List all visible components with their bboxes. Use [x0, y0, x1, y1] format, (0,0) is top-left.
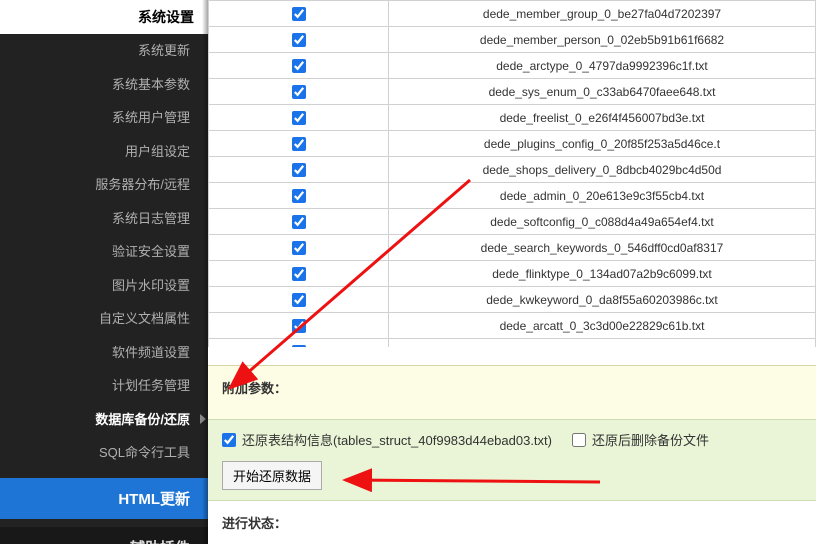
sidebar-item-1[interactable]: 系统基本参数	[0, 68, 208, 102]
sidebar-item-6[interactable]: 验证安全设置	[0, 235, 208, 269]
file-name-cell: dede_arcatt_0_3c3d00e22829c61b.txt	[389, 313, 816, 339]
file-checkbox[interactable]	[292, 345, 306, 347]
table-row: dede_softconfig_0_c088d4a49a654ef4.txt	[209, 209, 816, 235]
file-checkbox[interactable]	[292, 241, 306, 255]
sidebar-item-8[interactable]: 自定义文档属性	[0, 302, 208, 336]
table-row: dede_sys_enum_0_c33ab6470faee648.txt	[209, 79, 816, 105]
file-name-cell: dede_member_person_0_02eb5b91b61f6682	[389, 27, 816, 53]
main-panel: dede_member_group_0_be27fa04d7202397dede…	[208, 0, 816, 544]
sidebar-item-11[interactable]: 数据库备份/还原	[0, 403, 208, 437]
file-name-cell: dede_flinktype_0_134ad07a2b9c6099.txt	[389, 261, 816, 287]
sidebar-item-2[interactable]: 系统用户管理	[0, 101, 208, 135]
file-checkbox[interactable]	[292, 267, 306, 281]
file-checkbox[interactable]	[292, 293, 306, 307]
file-checkbox[interactable]	[292, 137, 306, 151]
file-name-cell: dede_search_keywords_0_546dff0cd0af8317	[389, 235, 816, 261]
extra-params-panel: 附加参数：	[208, 365, 816, 419]
table-row: dede_member_person_0_02eb5b91b61f6682	[209, 27, 816, 53]
file-checkbox[interactable]	[292, 7, 306, 21]
table-row: dede_plugins_config_0_20f85f253a5d46ce.t	[209, 131, 816, 157]
file-name-cell: dede_softconfig_0_c088d4a49a654ef4.txt	[389, 209, 816, 235]
file-name-cell: dede_member_group_0_be27fa04d7202397	[389, 1, 816, 27]
sidebar-item-0[interactable]: 系统更新	[0, 34, 208, 68]
table-row: dede_member_group_0_be27fa04d7202397	[209, 1, 816, 27]
file-checkbox[interactable]	[292, 319, 306, 333]
file-name-cell: dede_plugins_config_0_20f85f253a5d46ce.t	[389, 131, 816, 157]
restore-structure-checkbox[interactable]	[222, 433, 236, 447]
sidebar-item-9[interactable]: 软件频道设置	[0, 336, 208, 370]
table-row: dede_shops_delivery_0_8dbcb4029bc4d50d	[209, 157, 816, 183]
file-name-cell: dede_freelist_0_e26f4f456007bd3e.txt	[389, 105, 816, 131]
table-row: dede_freelist_0_e26f4f456007bd3e.txt	[209, 105, 816, 131]
backup-file-table: dede_member_group_0_be27fa04d7202397dede…	[208, 0, 816, 347]
sidebar: 系统设置 系统更新系统基本参数系统用户管理用户组设定服务器分布/远程系统日志管理…	[0, 0, 208, 544]
extra-params-title: 附加参数：	[222, 378, 802, 397]
sidebar-item-12[interactable]: SQL命令行工具	[0, 436, 208, 470]
sidebar-section-title: 系统设置	[0, 0, 208, 34]
table-row: dede_search_keywords_0_546dff0cd0af8317	[209, 235, 816, 261]
sidebar-item-7[interactable]: 图片水印设置	[0, 269, 208, 303]
table-row: dede_arcatt_0_3c3d00e22829c61b.txt	[209, 313, 816, 339]
delete-after-restore-checkbox[interactable]	[572, 433, 586, 447]
sidebar-item-3[interactable]: 用户组设定	[0, 135, 208, 169]
file-checkbox[interactable]	[292, 163, 306, 177]
table-row: dede_plus_mda_setting_0_b107c3a34ff2333c	[209, 339, 816, 348]
table-row: dede_kwkeyword_0_da8f55a60203986c.txt	[209, 287, 816, 313]
start-restore-button[interactable]: 开始还原数据	[222, 461, 322, 490]
file-name-cell: dede_plus_mda_setting_0_b107c3a34ff2333c	[389, 339, 816, 348]
file-name-cell: dede_shops_delivery_0_8dbcb4029bc4d50d	[389, 157, 816, 183]
file-checkbox[interactable]	[292, 189, 306, 203]
table-row: dede_admin_0_20e613e9c3f55cb4.txt	[209, 183, 816, 209]
status-title: 进行状态：	[208, 501, 816, 544]
sidebar-item-10[interactable]: 计划任务管理	[0, 369, 208, 403]
file-name-cell: dede_admin_0_20e613e9c3f55cb4.txt	[389, 183, 816, 209]
file-name-cell: dede_arctype_0_4797da9992396c1f.txt	[389, 53, 816, 79]
restore-structure-label: 还原表结构信息(tables_struct_40f9983d44ebad03.t…	[242, 430, 552, 449]
file-checkbox[interactable]	[292, 33, 306, 47]
sidebar-item-4[interactable]: 服务器分布/远程	[0, 168, 208, 202]
delete-after-restore-label: 还原后删除备份文件	[592, 430, 709, 449]
file-name-cell: dede_sys_enum_0_c33ab6470faee648.txt	[389, 79, 816, 105]
table-row: dede_flinktype_0_134ad07a2b9c6099.txt	[209, 261, 816, 287]
sidebar-section-0[interactable]: HTML更新	[0, 478, 208, 519]
file-checkbox[interactable]	[292, 85, 306, 99]
file-name-cell: dede_kwkeyword_0_da8f55a60203986c.txt	[389, 287, 816, 313]
sidebar-item-5[interactable]: 系统日志管理	[0, 202, 208, 236]
sidebar-section-1[interactable]: 辅助插件	[0, 527, 208, 544]
file-checkbox[interactable]	[292, 215, 306, 229]
action-panel: 还原表结构信息(tables_struct_40f9983d44ebad03.t…	[208, 419, 816, 501]
file-checkbox[interactable]	[292, 111, 306, 125]
table-row: dede_arctype_0_4797da9992396c1f.txt	[209, 53, 816, 79]
file-checkbox[interactable]	[292, 59, 306, 73]
